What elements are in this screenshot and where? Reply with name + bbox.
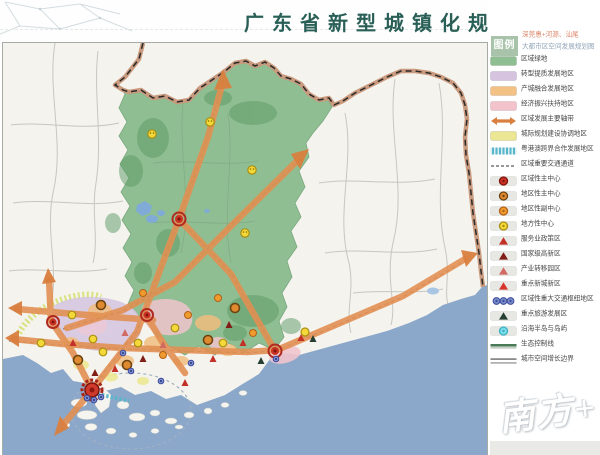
legend-item: 产城融合发展地区 [490, 80, 600, 95]
legend-item: 地方性中心 [490, 215, 600, 230]
legend-list: 区域绿地转型提质发展地区产城融合发展地区经济振兴扶持地区区域发展主要轴带城际规划… [490, 50, 600, 365]
legend-item: 转型提质发展地区 [490, 65, 600, 80]
legend-swatch-rect [490, 68, 518, 78]
legend-swatch-rect [490, 98, 518, 108]
legend-swatch-circle [490, 218, 518, 228]
legend-swatch-circle [490, 203, 518, 213]
legend-item: 城际规划建设协调地区 [490, 125, 600, 140]
legend-item-label: 城市空间增长边界 [521, 353, 574, 363]
legend-item: 区域发展主要轴带 [490, 110, 600, 125]
legend-item: 国家级高新区 [490, 245, 600, 260]
legend-item: 重点新城新区 [490, 275, 600, 290]
legend-item: 区域性重大交通枢纽地区 [490, 290, 600, 305]
legend-item-label: 区域性主中心 [521, 173, 561, 183]
legend-item-label: 产业转移园区 [521, 263, 561, 273]
legend-item: 服务业政策区 [490, 230, 600, 245]
map-svg [3, 43, 487, 455]
legend-item: 区域性主中心 [490, 170, 600, 185]
legend-item: 经济振兴扶持地区 [490, 95, 600, 110]
legend-item-label: 区域性重大交通枢纽地区 [521, 293, 594, 303]
legend-swatch-triangle [490, 233, 518, 243]
page-title: 广东省新型城镇化规划 [244, 7, 524, 36]
legend-item: 粤港澳跨界合作发展地区 [490, 140, 600, 155]
legend-swatch-arrow [490, 113, 518, 123]
legend-item-label: 重点旅游发展区 [521, 308, 567, 318]
legend-swatch-rect [490, 53, 518, 63]
legend-swatch-circle [490, 173, 518, 183]
legend-item-label: 区域发展主要轴带 [521, 113, 574, 123]
legend-swatch-rect [490, 128, 518, 138]
legend-item: 城市空间增长边界 [490, 350, 600, 365]
legend-item-label: 服务业政策区 [521, 233, 561, 243]
legend-item-label: 区域重要交通通道 [521, 158, 574, 168]
legend-swatch-triangle [490, 248, 518, 258]
legend-swatch-line [490, 338, 518, 348]
legend-item-label: 重点新城新区 [521, 278, 561, 288]
legend-swatch-dblline [490, 353, 518, 363]
legend-swatch-circle [490, 188, 518, 198]
legend-item-label: 粤港澳跨界合作发展地区 [521, 143, 594, 153]
decorative-mesh-left [0, 0, 140, 43]
panel-footer-strip [490, 441, 600, 455]
legend-item-label: 城际规划建设协调地区 [521, 128, 587, 138]
legend-item-label: 地方性中心 [521, 218, 554, 228]
legend-swatch-triangle [490, 263, 518, 273]
legend-item: 重点旅游发展区 [490, 305, 600, 320]
legend-item-label: 沿海半岛与岛屿 [521, 323, 567, 333]
legend-item: 区域重要交通通道 [490, 155, 600, 170]
legend-item: 沿海半岛与岛屿 [490, 320, 600, 335]
legend-item-label: 产城融合发展地区 [521, 83, 574, 93]
legend-swatch-circles3 [490, 293, 518, 303]
legend-swatch-triangle [490, 278, 518, 288]
legend-panel: 图例 深莞惠+河源、汕尾 大都市区空间发展规划图 区域绿地转型提质发展地区产城融… [488, 0, 600, 455]
legend-item: 地区性主中心 [490, 185, 600, 200]
legend-item-label: 生态控制线 [521, 338, 554, 348]
legend-item: 生态控制线 [490, 335, 600, 350]
legend-swatch-dash [490, 158, 518, 168]
legend-item-label: 国家级高新区 [521, 248, 561, 258]
legend-item: 地区性副中心 [490, 200, 600, 215]
legend-item: 区域绿地 [490, 50, 600, 65]
legend-swatch-circle [490, 323, 518, 333]
legend-swatch-hatch [490, 143, 518, 153]
legend-item-label: 转型提质发展地区 [521, 68, 574, 78]
legend-swatch-rect [490, 83, 518, 93]
legend-swatch-triangle [490, 308, 518, 318]
legend-subtitle-line1: 深莞惠+河源、汕尾 [522, 32, 579, 39]
page: 广东省新型城镇化规划 03 [0, 0, 600, 455]
watermark-nanfangplus: 南方+ [495, 378, 599, 442]
legend-item-label: 区域绿地 [521, 53, 547, 63]
legend-item: 产业转移园区 [490, 260, 600, 275]
legend-item-label: 经济振兴扶持地区 [521, 98, 574, 108]
legend-item-label: 地区性副中心 [521, 203, 561, 213]
legend-item-label: 地区性主中心 [521, 188, 561, 198]
